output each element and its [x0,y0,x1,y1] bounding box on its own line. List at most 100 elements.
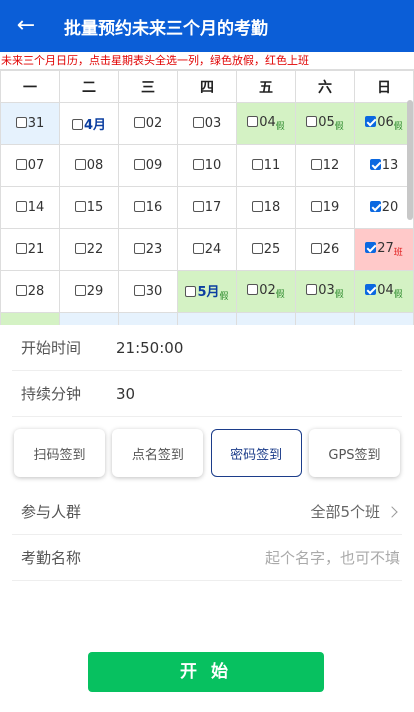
weekday-header[interactable]: 二 [59,70,119,103]
name-input[interactable]: 起个名字，也可不填 [265,547,402,568]
weekday-header[interactable]: 日 [354,70,414,103]
calendar-day-cell[interactable] [354,312,414,325]
calendar-day-cell[interactable]: 04假 [354,270,414,313]
password-checkin-button[interactable]: 密码签到 [210,429,302,477]
calendar-day-cell[interactable]: 29 [59,270,119,313]
checkbox-icon[interactable] [15,285,27,296]
calendar-day-cell[interactable]: 26 [295,228,355,271]
checkbox-icon[interactable] [192,201,204,212]
group-row[interactable]: 参与人群 全部5个班 [12,489,402,535]
checkbox-icon[interactable] [133,243,145,254]
calendar-day-cell[interactable]: 11 [236,144,296,187]
checkbox-icon[interactable] [15,117,27,128]
checkbox-checked-icon[interactable] [369,159,381,170]
checkbox-icon[interactable] [133,201,145,212]
calendar-day-cell[interactable]: 17 [177,186,237,229]
calendar-day-cell[interactable]: 31 [0,102,60,145]
calendar-day-cell[interactable] [118,312,178,325]
calendar-scrollbar[interactable] [407,100,413,220]
checkbox-icon[interactable] [133,117,145,128]
checkbox-icon[interactable] [306,284,318,295]
calendar-day-cell[interactable]: 04假 [236,102,296,145]
checkbox-icon[interactable] [192,159,204,170]
calendar-day-cell[interactable]: 16 [118,186,178,229]
checkbox-icon[interactable] [247,116,259,127]
calendar-day-cell[interactable]: 07 [0,144,60,187]
calendar-day-cell[interactable]: 12 [295,144,355,187]
day-label: 06 [377,115,394,130]
weekday-header[interactable]: 一 [0,70,60,103]
checkbox-icon[interactable] [310,243,322,254]
calendar-day-cell[interactable]: 02 [118,102,178,145]
checkbox-icon[interactable] [133,285,145,296]
calendar-day-cell[interactable] [295,312,355,325]
calendar-day-cell[interactable]: 03假 [295,270,355,313]
checkbox-checked-icon[interactable] [365,116,377,127]
checkbox-icon[interactable] [15,159,27,170]
checkbox-icon[interactable] [133,159,145,170]
calendar-day-cell[interactable]: 14 [0,186,60,229]
weekday-header[interactable]: 五 [236,70,296,103]
name-row[interactable]: 考勤名称 起个名字，也可不填 [12,535,402,581]
start-time-value[interactable]: 21:50:00 [116,339,183,357]
start-button[interactable]: 开 始 [88,652,324,692]
weekday-header[interactable]: 六 [295,70,355,103]
calendar-day-cell[interactable]: 24 [177,228,237,271]
weekday-header[interactable]: 三 [118,70,178,103]
checkbox-icon[interactable] [74,201,86,212]
calendar-day-cell[interactable]: 5月假 [177,270,237,313]
calendar-day-cell[interactable]: 10 [177,144,237,187]
calendar-day-cell[interactable]: 03 [177,102,237,145]
arrow-left-icon[interactable]: ← [0,0,52,52]
page-title: 批量预约未来三个月的考勤 [64,18,268,39]
duration-row[interactable]: 持续分钟 30 [12,371,402,417]
calendar-day-cell[interactable]: 25 [236,228,296,271]
calendar-day-cell[interactable]: 23 [118,228,178,271]
calendar-day-cell[interactable]: 19 [295,186,355,229]
calendar-day-cell[interactable]: 05假 [295,102,355,145]
calendar-day-cell[interactable]: 06假 [354,102,414,145]
weekday-header[interactable]: 四 [177,70,237,103]
checkbox-checked-icon[interactable] [365,284,377,295]
calendar-day-cell[interactable]: 28 [0,270,60,313]
calendar-day-cell[interactable]: 09 [118,144,178,187]
start-time-row[interactable]: 开始时间 21:50:00 [12,325,402,371]
gps-checkin-button[interactable]: GPS签到 [308,429,400,477]
calendar-day-cell[interactable]: 18 [236,186,296,229]
checkbox-icon[interactable] [15,201,27,212]
calendar-day-cell[interactable]: 21 [0,228,60,271]
checkbox-icon[interactable] [15,243,27,254]
calendar-day-cell[interactable]: 02假 [236,270,296,313]
calendar-day-cell[interactable]: 08 [59,144,119,187]
calendar-day-cell[interactable]: 4月 [59,102,119,145]
checkbox-checked-icon[interactable] [365,242,377,253]
checkbox-icon[interactable] [306,116,318,127]
duration-value[interactable]: 30 [116,385,135,403]
calendar-day-cell[interactable]: 27班 [354,228,414,271]
calendar-day-cell[interactable] [59,312,119,325]
checkbox-icon[interactable] [310,159,322,170]
calendar-day-cell[interactable]: 22 [59,228,119,271]
checkbox-icon[interactable] [251,243,263,254]
calendar-day-cell[interactable]: 13 [354,144,414,187]
calendar-day-cell[interactable] [236,312,296,325]
checkbox-icon[interactable] [251,159,263,170]
checkbox-icon[interactable] [71,119,83,130]
calendar-day-cell[interactable] [177,312,237,325]
checkbox-icon[interactable] [192,243,204,254]
checkbox-checked-icon[interactable] [369,201,381,212]
checkbox-icon[interactable] [74,243,86,254]
checkbox-icon[interactable] [192,117,204,128]
checkbox-icon[interactable] [310,201,322,212]
calendar-day-cell[interactable] [0,312,60,325]
calendar-day-cell[interactable]: 15 [59,186,119,229]
checkbox-icon[interactable] [74,285,86,296]
calendar-day-cell[interactable]: 30 [118,270,178,313]
rollcall-checkin-button[interactable]: 点名签到 [112,429,204,477]
checkbox-icon[interactable] [247,284,259,295]
checkbox-icon[interactable] [251,201,263,212]
checkbox-icon[interactable] [185,286,197,297]
checkbox-icon[interactable] [74,159,86,170]
calendar-day-cell[interactable]: 20 [354,186,414,229]
scan-checkin-button[interactable]: 扫码签到 [14,429,105,477]
